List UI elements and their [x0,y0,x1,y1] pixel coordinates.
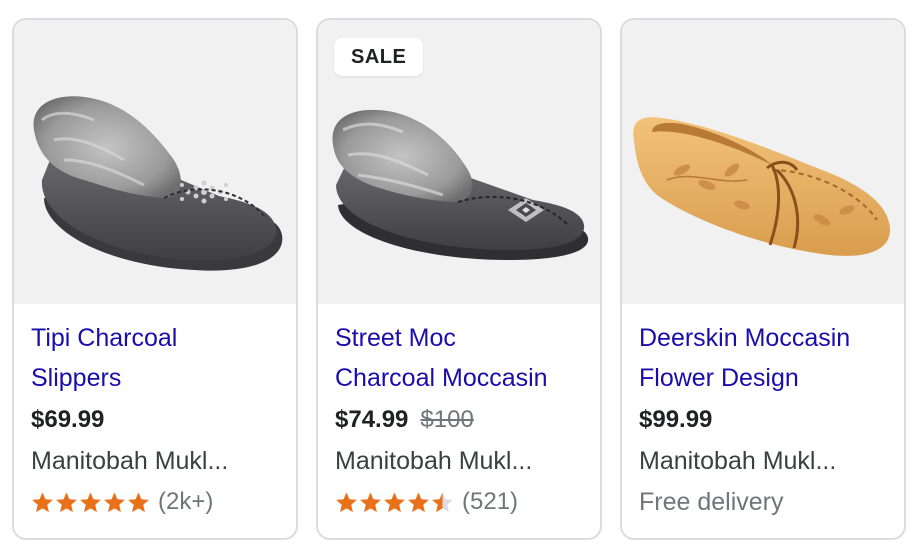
product-info: Deerskin Moccasin Flower Design $99.99 M… [639,318,894,523]
product-title[interactable]: Street Moc Charcoal Moccasin [335,318,590,398]
product-results: Tipi Charcoal Slippers $69.99 Manitobah … [0,0,920,550]
star-rating [335,491,454,514]
delivery-info: Free delivery [639,488,784,516]
star-full-icon [104,491,125,512]
star-full-icon [360,491,381,512]
star-full-icon [336,491,357,512]
product-image[interactable]: SALE [318,20,600,304]
tan-deerskin-moccasin-icon [633,117,890,256]
product-price: $99.99 [639,406,713,433]
star-half-icon [432,491,453,512]
rating-row: (2k+) [31,481,286,523]
star-full-icon [128,491,149,512]
product-card-street-moc-charcoal-moccasin[interactable]: SALE Street Moc Charcoal Moccasin $74.99… [316,18,602,540]
product-image[interactable] [14,20,296,304]
star-full-icon [384,491,405,512]
product-card-tipi-charcoal-slippers[interactable]: Tipi Charcoal Slippers $69.99 Manitobah … [12,18,298,540]
price-row: $74.99 $100 [335,399,590,441]
star-rating [31,491,150,514]
star-full-icon [80,491,101,512]
product-title-line2[interactable]: Charcoal Moccasin [335,358,590,398]
product-title-line2[interactable]: Flower Design [639,358,894,398]
product-card-deerskin-moccasin-flower-design[interactable]: Deerskin Moccasin Flower Design $99.99 M… [620,18,906,540]
product-title-line1[interactable]: Tipi Charcoal [31,318,286,358]
product-title-line2[interactable]: Slippers [31,358,286,398]
sale-badge: SALE [334,38,424,76]
product-title-line1[interactable]: Deerskin Moccasin [639,318,894,358]
product-title[interactable]: Tipi Charcoal Slippers [31,318,286,398]
review-count: (521) [462,488,519,515]
original-price: $100 [420,406,474,433]
star-full-icon [56,491,77,512]
price-row: $99.99 [639,399,894,441]
star-full-icon [32,491,53,512]
gray-fur-moccasin-slipper-icon [33,96,283,271]
rating-row: (521) [335,481,590,523]
product-image[interactable] [622,20,904,304]
product-info: Tipi Charcoal Slippers $69.99 Manitobah … [31,318,286,523]
product-price: $74.99 [335,406,409,433]
price-row: $69.99 [31,399,286,441]
merchant-name: Manitobah Mukl... [31,447,229,475]
merchant-name: Manitobah Mukl... [639,447,837,475]
product-title-line1[interactable]: Street Moc [335,318,590,358]
merchant-name: Manitobah Mukl... [335,447,533,475]
star-full-icon [408,491,429,512]
review-count: (2k+) [158,488,214,515]
product-title[interactable]: Deerskin Moccasin Flower Design [639,318,894,398]
product-price: $69.99 [31,406,105,433]
product-info: Street Moc Charcoal Moccasin $74.99 $100 … [335,318,590,523]
